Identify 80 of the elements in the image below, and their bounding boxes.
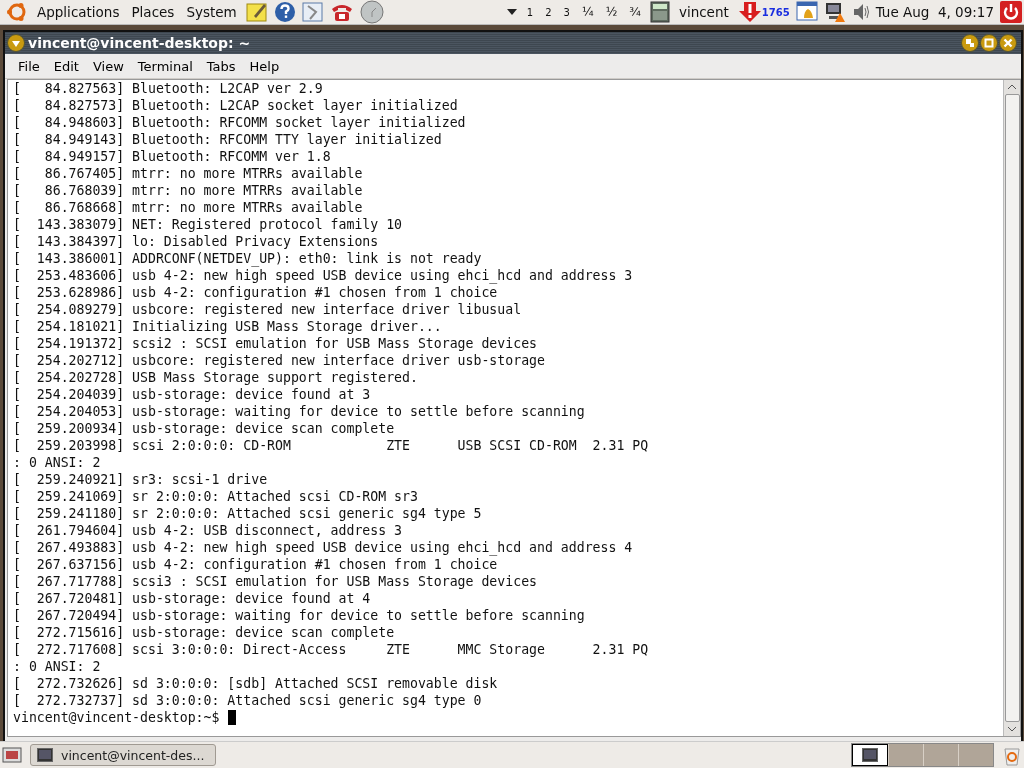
terminal-line: [ 259.200934] usb-storage: device scan complete xyxy=(13,420,396,437)
terminal-line: [ 84.827563] Bluetooth: L2CAP ver 2.9 xyxy=(13,80,324,97)
terminal-line: [ 254.089279] usbcore: registered new interface driver libusual xyxy=(13,301,523,318)
panel-menu[interactable]: Places xyxy=(128,4,178,20)
shell-prompt: vincent@vincent-desktop:~$ xyxy=(13,709,220,726)
terminal-line: [ 267.493883] usb 4-2: new high speed USB device using ehci_hcd and address 4 xyxy=(13,539,634,556)
calendar-bell-icon[interactable] xyxy=(795,1,818,23)
terminal-line: [ 86.768039] mtrr: no more MTRRs available xyxy=(13,182,364,199)
terminal-line: [ 272.715616] usb-storage: device scan complete xyxy=(13,624,396,641)
logo-icon[interactable] xyxy=(6,1,28,23)
user-name[interactable]: vincent xyxy=(675,4,732,20)
terminal-line: [ 272.717608] scsi 3:0:0:0: Direct-Access ZTE MMC Storage 2.31 PQ xyxy=(13,641,650,658)
network-warning-icon[interactable] xyxy=(823,1,846,23)
terminal-line: [ 84.949157] Bluetooth: RFCOMM ver 1.8 xyxy=(13,148,332,165)
power-icon[interactable] xyxy=(1000,1,1022,23)
help-icon[interactable] xyxy=(273,1,296,23)
panel-label: 1 xyxy=(525,6,535,18)
terminal-line: [ 261.794604] usb 4-2: USB disconnect, address 3 xyxy=(13,522,404,539)
window-icon[interactable] xyxy=(301,1,324,23)
terminal-line: [ 254.181021] Initializing USB Mass Storage driver... xyxy=(13,318,443,335)
terminal-line: [ 86.767405] mtrr: no more MTRRs available xyxy=(13,165,364,182)
minimize-icon[interactable] xyxy=(961,34,979,52)
terminal-line: [ 253.628986] usb 4-2: configuration #1 chosen from 1 choice xyxy=(13,284,499,301)
terminal-line: [ 143.383079] NET: Registered protocol family 10 xyxy=(13,216,404,233)
terminal-line: [ 272.732737] sd 3:0:0:0: Attached scsi generic sg4 type 0 xyxy=(13,692,483,709)
panel-label: ½ xyxy=(604,5,619,19)
panel-menu[interactable]: System xyxy=(183,4,240,20)
panel-label: ¾ xyxy=(628,5,642,19)
terminal-line: [ 254.204039] usb-storage: device found at 3 xyxy=(13,386,372,403)
terminal-line: [ 267.637156] usb 4-2: configuration #1 chosen from 1 choice xyxy=(13,556,499,573)
terminal-line: : 0 ANSI: 2 xyxy=(13,658,102,675)
terminal-line: [ 143.386001] ADDRCONF(NETDEV_UP): eth0: link is not ready xyxy=(13,250,483,267)
terminal-line: [ 84.948603] Bluetooth: RFCOMM socket layer initialized xyxy=(13,114,467,131)
terminal-line: : 0 ANSI: 2 xyxy=(13,454,102,471)
scroll-down-icon[interactable] xyxy=(1006,724,1018,734)
panel-label: 2 xyxy=(544,6,553,18)
terminal-line: [ 259.241180] sr 2:0:0:0: Attached scsi generic sg4 type 5 xyxy=(13,505,483,522)
terminal-line: [ 259.203998] scsi 2:0:0:0: CD-ROM ZTE USB SCSI CD-ROM 2.31 PQ xyxy=(13,437,650,454)
terminal-line: [ 84.827573] Bluetooth: L2CAP socket layer initialized xyxy=(13,97,459,114)
menu-item[interactable]: File xyxy=(11,58,47,74)
scroll-up-icon[interactable] xyxy=(1006,82,1018,92)
show-desktop-icon[interactable] xyxy=(2,745,22,765)
terminal-line: [ 259.241069] sr 2:0:0:0: Attached scsi CD-ROM sr3 xyxy=(13,488,419,505)
terminal-line: [ 254.191372] scsi2 : SCSI emulation for USB Mass Storage devices xyxy=(13,335,538,352)
alert-icon[interactable] xyxy=(737,1,762,23)
menu-item[interactable]: Tabs xyxy=(199,58,243,74)
panel-label: ¼ xyxy=(581,5,595,19)
menu-item[interactable]: Help xyxy=(242,58,287,74)
terminal-line: [ 86.768668] mtrr: no more MTRRs available xyxy=(13,199,364,216)
notepad-icon[interactable] xyxy=(245,1,268,23)
panel-menu[interactable]: Applications xyxy=(34,4,123,20)
terminal-line: [ 267.717788] scsi3 : SCSI emulation for USB Mass Storage devices xyxy=(13,573,538,590)
window-menu-icon[interactable] xyxy=(7,34,25,52)
clock-icon[interactable] xyxy=(359,0,384,24)
terminal-line: [ 259.240921] sr3: scsi-1 drive xyxy=(13,471,269,488)
text-cursor xyxy=(228,710,237,725)
terminal-line: [ 272.732626] sd 3:0:0:0: [sdb] Attached SCSI removable disk xyxy=(13,675,499,692)
menu-item[interactable]: Edit xyxy=(46,58,86,74)
workspace-pager[interactable] xyxy=(851,743,994,767)
terminal-line: [ 267.720494] usb-storage: waiting for device to settle before scanning xyxy=(13,607,586,624)
update-count[interactable]: 1765 xyxy=(761,6,790,18)
close-icon[interactable] xyxy=(999,34,1017,52)
clock-text[interactable]: Tue Aug 4, 09:17 xyxy=(875,4,994,20)
window-title: vincent@vincent-desktop: ~ xyxy=(28,35,251,51)
terminal-line: [ 267.720481] usb-storage: device found at 4 xyxy=(13,590,372,607)
terminal-line: [ 253.483606] usb 4-2: new high speed USB device using ehci_hcd and address 3 xyxy=(13,267,634,284)
terminal-line: [ 84.949143] Bluetooth: RFCOMM TTY layer initialized xyxy=(13,131,443,148)
terminal-line: [ 254.202712] usbcore: registered new interface driver usb-storage xyxy=(13,352,546,369)
taskbar-button[interactable]: vincent@vincent-des... xyxy=(30,744,216,766)
terminal-icon xyxy=(37,748,53,762)
menu-item[interactable]: Terminal xyxy=(130,58,200,74)
calculator-icon[interactable] xyxy=(649,1,670,23)
terminal-line: [ 143.384397] lo: Disabled Privacy Extensions xyxy=(13,233,380,250)
terminal-icon xyxy=(862,748,878,762)
dropdown-arrow-icon[interactable] xyxy=(505,8,518,16)
menu-item[interactable]: View xyxy=(85,58,131,74)
panel-label: 3 xyxy=(562,6,571,18)
terminal-line: [ 254.202728] USB Mass Storage support registered. xyxy=(13,369,419,386)
maximize-icon[interactable] xyxy=(980,34,998,52)
terminal-line: [ 254.204053] usb-storage: waiting for device to settle before scanning xyxy=(13,403,586,420)
